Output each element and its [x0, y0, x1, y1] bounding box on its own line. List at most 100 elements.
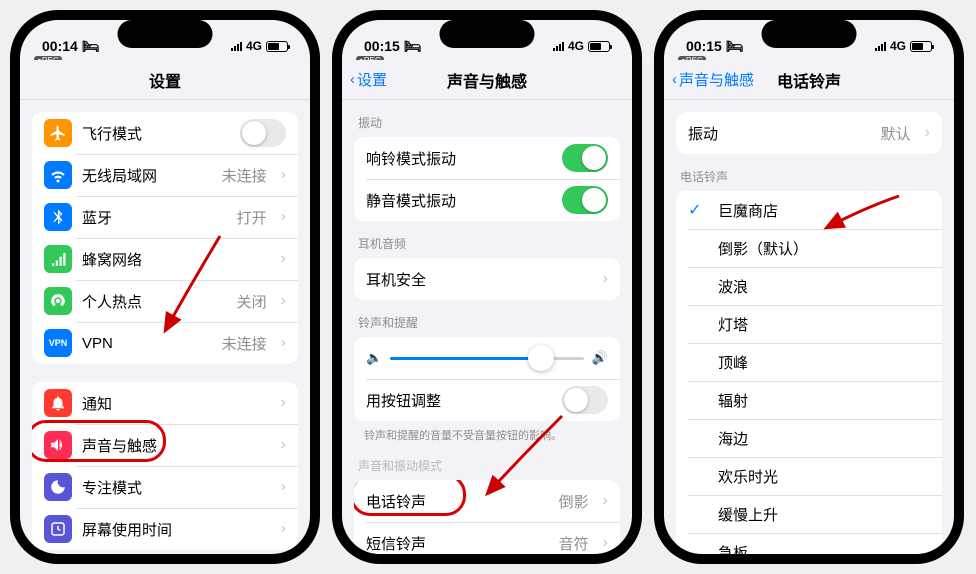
- signal-icon: [231, 41, 242, 51]
- ringtone-row[interactable]: ✓ 巨魔商店: [676, 191, 942, 229]
- ringtone-row[interactable]: ✓波浪: [676, 267, 942, 305]
- section-header-sound-patterns: 声音和振动模式: [342, 443, 632, 480]
- phone-ringtone: 00:15 🛏 4G ●REC ‹ 声音与触感 电话铃声 振动 默认: [654, 10, 964, 564]
- bluetooth-icon: [44, 203, 72, 231]
- vibrate-toggle[interactable]: [562, 144, 608, 172]
- dynamic-island: [762, 20, 857, 48]
- back-button[interactable]: ‹ 设置: [350, 69, 387, 90]
- headphone-safety-row[interactable]: 耳机安全 ›: [354, 258, 620, 300]
- check-icon: ✓: [688, 200, 708, 220]
- ringtone-row[interactable]: ✓急板: [676, 533, 942, 554]
- vibration-row[interactable]: 振动 默认 ›: [676, 112, 942, 154]
- ringtone-row[interactable]: ✓辐射: [676, 381, 942, 419]
- sounds-content[interactable]: 振动 响铃模式振动静音模式振动 耳机音频 耳机安全 › 铃声和提醒 🔈 🔊: [342, 100, 632, 554]
- navbar: ‹ 设置 声音与触感: [342, 60, 632, 100]
- row-value: 打开: [237, 207, 267, 228]
- phone-settings: 00:14 🛏 4G ●REC 设置 飞行模式无线局域网未连接›蓝牙打开›蜂窝网…: [10, 10, 320, 564]
- signal-icon: [553, 41, 564, 51]
- ringtone-label: 缓慢上升: [718, 504, 930, 525]
- row-label: 响铃模式振动: [366, 148, 552, 169]
- sound-row[interactable]: 短信铃声音符›: [354, 522, 620, 554]
- section-header-ringtones: 电话铃声: [664, 154, 954, 191]
- bed-icon: 🛏: [404, 38, 422, 55]
- network-label: 4G: [890, 39, 906, 53]
- vpn-icon: VPN: [44, 329, 72, 357]
- section-header-ringer: 铃声和提醒: [342, 300, 632, 337]
- row-value: 倒影: [559, 491, 589, 512]
- wifi-icon: [44, 161, 72, 189]
- section-header-headphone: 耳机音频: [342, 221, 632, 258]
- airplane-icon: [44, 119, 72, 147]
- cellular-row[interactable]: 蜂窝网络›: [32, 238, 298, 280]
- row-label: 飞行模式: [82, 123, 230, 144]
- screentime-row[interactable]: 屏幕使用时间›: [32, 508, 298, 550]
- signal-icon: [875, 41, 886, 51]
- row-value: 未连接: [222, 165, 267, 186]
- chevron-right-icon: ›: [603, 270, 608, 288]
- airplane-mode-toggle[interactable]: [240, 119, 286, 147]
- chevron-left-icon: ‹: [350, 71, 355, 88]
- settings-list[interactable]: 飞行模式无线局域网未连接›蓝牙打开›蜂窝网络›个人热点关闭›VPNVPN未连接›…: [20, 100, 310, 554]
- sound-row[interactable]: 电话铃声倒影›: [354, 480, 620, 522]
- chevron-right-icon: ›: [281, 250, 286, 268]
- ringtone-label: 欢乐时光: [718, 466, 930, 487]
- battery-icon: [588, 41, 610, 52]
- chevron-right-icon: ›: [281, 166, 286, 184]
- sounds-row[interactable]: 声音与触感›: [32, 424, 298, 466]
- vpn-row[interactable]: VPN VPN 未连接 ›: [32, 322, 298, 364]
- chevron-right-icon: ›: [603, 534, 608, 552]
- change-with-buttons-toggle[interactable]: [562, 386, 608, 414]
- row-value: 未连接: [222, 333, 267, 354]
- chevron-right-icon: ›: [281, 334, 286, 352]
- ringtone-label: 波浪: [718, 276, 930, 297]
- screentime-icon: [44, 515, 72, 543]
- sounds-icon: [44, 431, 72, 459]
- ringtone-row[interactable]: ✓顶峰: [676, 343, 942, 381]
- vibrate-toggle[interactable]: [562, 186, 608, 214]
- focus-icon: [44, 473, 72, 501]
- row-value: 音符: [559, 533, 589, 554]
- volume-slider-row[interactable]: 🔈 🔊: [354, 337, 620, 379]
- ringtone-label: 巨魔商店: [718, 200, 930, 221]
- bluetooth-row[interactable]: 蓝牙打开›: [32, 196, 298, 238]
- chevron-left-icon: ‹: [672, 71, 677, 88]
- dynamic-island: [440, 20, 535, 48]
- navbar: 设置: [20, 60, 310, 100]
- phone-sounds: 00:15 🛏 4G ●REC ‹ 设置 声音与触感 振动 响铃模式振动静音模式…: [332, 10, 642, 564]
- ringtone-row[interactable]: ✓倒影（默认）: [676, 229, 942, 267]
- page-title: 声音与触感: [447, 68, 527, 92]
- ringtone-row[interactable]: ✓缓慢上升: [676, 495, 942, 533]
- hotspot-row[interactable]: 个人热点关闭›: [32, 280, 298, 322]
- navbar: ‹ 声音与触感 电话铃声: [664, 60, 954, 100]
- vibrate-row[interactable]: 响铃模式振动: [354, 137, 620, 179]
- change-with-buttons-row[interactable]: 用按钮调整: [354, 379, 620, 421]
- wifi-row[interactable]: 无线局域网未连接›: [32, 154, 298, 196]
- row-label: 蓝牙: [82, 207, 227, 228]
- row-label: VPN: [82, 335, 212, 352]
- chevron-right-icon: ›: [603, 492, 608, 510]
- row-label: 屏幕使用时间: [82, 519, 267, 540]
- focus-row[interactable]: 专注模式›: [32, 466, 298, 508]
- ringtone-content[interactable]: 振动 默认 › 电话铃声 ✓ 巨魔商店 ✓倒影（默认）✓波浪✓灯塔✓顶峰✓辐射✓海边…: [664, 100, 954, 554]
- chevron-right-icon: ›: [281, 436, 286, 454]
- ringtone-row[interactable]: ✓欢乐时光: [676, 457, 942, 495]
- volume-slider[interactable]: [390, 357, 584, 360]
- volume-high-icon: 🔊: [592, 350, 608, 366]
- back-button[interactable]: ‹ 声音与触感: [672, 69, 754, 90]
- network-label: 4G: [568, 39, 584, 53]
- cellular-icon: [44, 245, 72, 273]
- vibrate-row[interactable]: 静音模式振动: [354, 179, 620, 221]
- airplane-mode-row[interactable]: 飞行模式: [32, 112, 298, 154]
- battery-icon: [266, 41, 288, 52]
- row-label: 个人热点: [82, 291, 227, 312]
- ringtone-label: 海边: [718, 428, 930, 449]
- page-title: 设置: [149, 68, 181, 92]
- bed-icon: 🛏: [726, 38, 744, 55]
- ringtone-row[interactable]: ✓灯塔: [676, 305, 942, 343]
- notifications-row[interactable]: 通知›: [32, 382, 298, 424]
- ringtone-row[interactable]: ✓海边: [676, 419, 942, 457]
- battery-icon: [910, 41, 932, 52]
- row-value: 关闭: [237, 291, 267, 312]
- clock: 00:15: [364, 38, 400, 54]
- chevron-right-icon: ›: [925, 124, 930, 142]
